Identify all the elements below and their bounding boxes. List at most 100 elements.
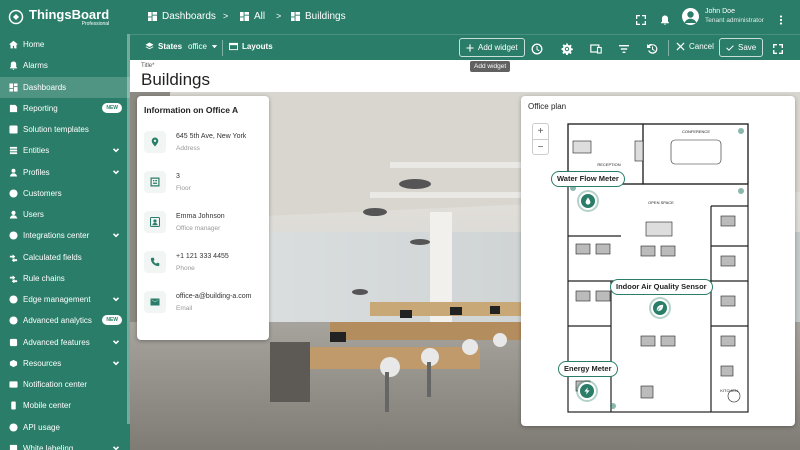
chevron-down-icon[interactable] [112,295,120,303]
chevron-down-icon[interactable] [112,359,120,367]
info-row-address: 645 5th Ave, New York Address [137,125,269,165]
breadcrumb-buildings[interactable]: Buildings [291,11,346,22]
alarm-icon [9,61,17,71]
sidebar-item-label: Alarms [23,61,48,71]
entities-icon [8,146,18,156]
sidebar-item-rule-chains[interactable]: Rule chains [0,268,130,289]
person-icon [150,217,160,227]
sidebar-item-edge-management[interactable]: Edge management [0,289,130,310]
energy-meter-label[interactable]: Energy Meter [558,361,618,377]
sidebar-item-calculated-fields[interactable]: Calculated fields [0,247,130,268]
add-widget-label: Add widget [478,43,518,52]
dashboards-icon [8,83,18,92]
sidebar-item-integrations-center[interactable]: Integrations center [0,225,130,246]
sidebar-item-mobile-center[interactable]: Mobile center [0,395,130,416]
sidebar-item-label: Notification center [23,380,88,390]
sidebar-item-reporting[interactable]: Reporting NEW [0,98,130,119]
sidebar-item-white-labeling[interactable]: White labeling [0,438,130,450]
sidebar-item-home[interactable]: Home [0,34,130,55]
sidebar-item-label: Advanced analytics [23,316,92,326]
toolbar-divider [222,40,223,56]
add-widget-button[interactable]: Add widget [459,38,525,57]
breadcrumb-separator: > [276,11,282,21]
location-icon [151,137,159,147]
room-label-reception: RECEPTION [597,162,620,167]
api-usage-icon [8,423,18,432]
sidebar-item-label: Rule chains [23,273,65,283]
indoor-air-quality-sensor-label[interactable]: Indoor Air Quality Sensor [610,279,713,295]
chevron-down-icon[interactable] [112,444,120,450]
logo[interactable]: ThingsBoard Professional [0,0,130,34]
reporting-icon [8,103,18,113]
sidebar-item-users[interactable]: Users [0,204,130,225]
chevron-down-icon[interactable] [112,338,120,346]
analytics-icon [8,316,18,326]
email-icon [144,291,166,313]
sidebar-item-solution-templates[interactable]: Solution templates [0,119,130,140]
sidebar-item-label: Solution templates [23,125,89,135]
notifications-bell-icon[interactable] [660,12,670,25]
chevron-down-icon[interactable] [112,146,120,154]
sidebar-item-advanced-analytics[interactable]: Advanced analytics NEW [0,310,130,331]
sidebar-item-alarms[interactable]: Alarms [0,55,130,76]
zoom-out-button[interactable]: − [533,140,548,155]
sidebar-item-profiles[interactable]: Profiles [0,162,130,183]
edge-icon [8,295,18,304]
sidebar-item-customers[interactable]: Customers [0,183,130,204]
sidebar-item-dashboards[interactable]: Dashboards [0,76,130,98]
integrations-icon [8,231,18,241]
sidebar-item-resources[interactable]: Resources [0,353,130,374]
timewindow-icon[interactable] [531,42,543,55]
app-edition: Professional [81,20,110,27]
layouts-button[interactable]: Layouts [229,42,273,51]
user-avatar[interactable] [682,8,699,25]
breadcrumb-label: Buildings [305,11,346,22]
rule-chains-icon [9,275,17,283]
fullscreen-icon[interactable] [772,42,784,54]
settings-gear-icon[interactable] [561,42,573,56]
reporting-icon [9,104,17,112]
breadcrumb-dashboards[interactable]: Dashboards [148,11,216,22]
filter-icon[interactable] [618,42,630,54]
info-value: Emma Johnson [176,213,225,220]
sidebar-item-label: Entities [23,146,50,156]
resources-icon [9,359,17,367]
fullscreen-icon[interactable] [636,12,646,25]
sidebar-item-advanced-features[interactable]: Advanced features [0,332,130,353]
zoom-in-button[interactable]: + [533,124,548,139]
energy-meter-marker[interactable] [578,382,596,400]
devices-icon[interactable] [590,42,602,54]
sidebar-item-label: Profiles [23,167,50,177]
chevron-down-icon[interactable] [112,168,120,176]
sidebar-item-notification-center[interactable]: Notification center [0,374,130,395]
chevron-down-icon[interactable] [112,231,120,239]
water-flow-meter-label[interactable]: Water Flow Meter [551,171,625,187]
info-row-floor: 3 Floor [137,165,269,205]
info-row-office-manager: Emma Johnson Office manager [137,205,269,245]
account-icon [684,11,697,23]
states-selector[interactable]: States office [145,42,219,51]
info-row-email: office-a@building-a.com Email [137,285,269,325]
profiles-icon [8,167,18,177]
save-button[interactable]: Save [719,38,764,57]
map-zoom-control: + − [532,123,549,155]
more-vert-icon[interactable] [776,12,786,25]
cancel-button[interactable]: Cancel [676,42,714,51]
sidebar-item-entities[interactable]: Entities [0,140,130,161]
sidebar-item-label: Home [23,40,45,50]
api-usage-icon [8,422,18,432]
office-floorplan[interactable]: CONFERENCE RECEPTION OPEN SPACE KITCHEN [521,96,795,426]
entities-icon [9,147,17,155]
close-icon [676,42,685,51]
sidebar-item-api-usage[interactable]: API usage [0,417,130,438]
indoor-air-quality-sensor-marker[interactable] [651,299,669,317]
dashboard-title-input[interactable]: Buildings [141,70,210,90]
dashboards-icon [291,12,300,21]
resources-icon [8,358,18,368]
breadcrumb-all[interactable]: All [240,11,265,22]
water-flow-meter-marker[interactable] [579,192,597,210]
history-icon[interactable] [646,42,658,54]
info-row-phone: +1 121 333 4455 Phone [137,245,269,285]
layouts-icon [229,42,238,51]
home-icon [8,40,18,49]
